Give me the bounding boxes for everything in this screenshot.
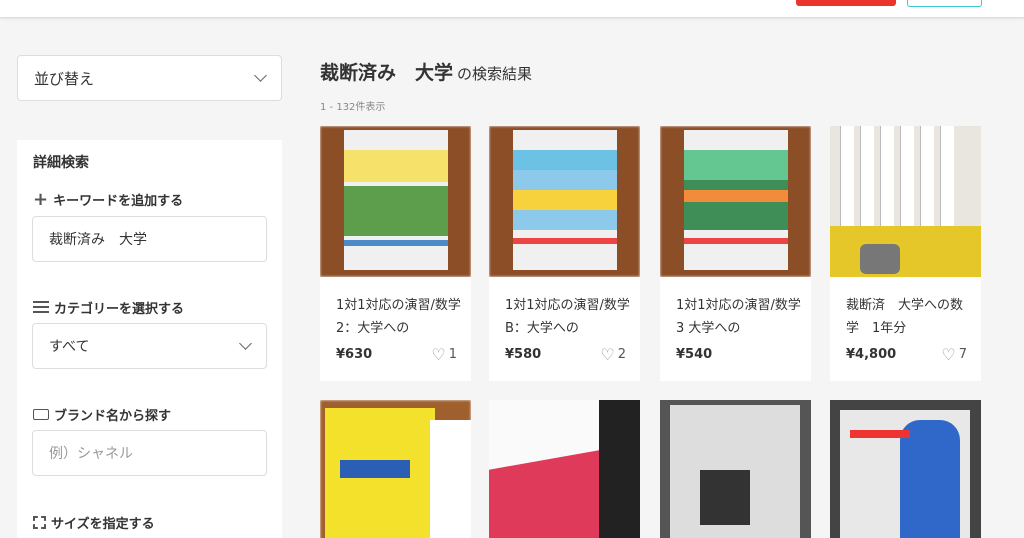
item-name: 裁断済 大学への数学 1年分 [846,298,964,336]
heart-icon: ♡ [941,345,956,364]
results-title: 裁断済み 大学 の検索結果 [320,58,532,85]
results-query: 裁断済み 大学 [320,62,454,84]
category-select[interactable]: すべて [32,323,267,369]
item-card[interactable]: 1対1対応の演習/数学2：大学への ¥630 ♡ 1 [320,126,471,381]
results-count: 1 - 132件表示 [320,102,386,113]
brand-label: ブランド名から探す [54,409,172,424]
plus-icon: + [33,188,49,210]
item-card[interactable]: 裁断済 大学への数学 1年分 ¥4,800 ♡ 7 [830,126,981,381]
keyword-input[interactable]: 裁断済み 大学 [32,216,267,262]
item-price: ¥540 [676,347,713,362]
size-icon [33,516,46,529]
item-card[interactable]: 1対1対応の演習/数学3 大学への ¥540 [660,126,811,381]
like-count: 2 [617,347,626,362]
item-price: ¥4,800 [846,347,897,362]
advanced-search-panel: 詳細検索 + キーワードを追加する 裁断済み 大学 カテゴリーを選択する すべて… [17,140,282,538]
keyword-value: 裁断済み 大学 [49,232,147,248]
top-header [0,0,1024,18]
item-card[interactable]: 1対1対応の演習/数学B：大学への ¥580 ♡ 2 [489,126,640,381]
item-price: ¥630 [336,347,373,362]
brand-placeholder: 例）シャネル [49,446,133,462]
like-button[interactable]: ♡ 2 [600,345,626,364]
like-button[interactable]: ♡ 1 [431,345,457,364]
heart-icon: ♡ [600,345,615,364]
item-name: 1対1対応の演習/数学B：大学への [505,298,630,336]
sort-select[interactable]: 並び替え [17,55,282,101]
size-section-label: サイズを指定する [33,513,155,532]
item-card[interactable] [830,400,981,538]
category-label: カテゴリーを選択する [54,302,185,317]
keyword-label: キーワードを追加する [53,194,184,209]
item-name: 1対1対応の演習/数学3 大学への [676,298,801,336]
category-section-label: カテゴリーを選択する [33,298,184,317]
category-value: すべて [49,339,90,355]
item-thumbnail [320,126,471,277]
item-thumbnail [489,126,640,277]
tag-icon [33,409,49,420]
item-thumbnail [660,126,811,277]
list-icon [33,301,49,314]
item-price: ¥580 [505,347,542,362]
login-button[interactable] [907,0,982,7]
like-button[interactable]: ♡ 7 [941,345,967,364]
chevron-down-icon [239,337,252,350]
sell-button[interactable] [796,0,896,6]
item-thumbnail [830,126,981,277]
like-count: 1 [448,347,457,362]
keyword-section-label: + キーワードを追加する [33,190,183,209]
item-card[interactable] [660,400,811,538]
item-card[interactable] [489,400,640,538]
brand-input[interactable]: 例）シャネル [32,430,267,476]
results-suffix: の検索結果 [457,65,533,83]
item-thumbnail [660,400,811,538]
item-name: 1対1対応の演習/数学2：大学への [336,298,461,336]
item-thumbnail [489,400,640,538]
item-card[interactable] [320,400,471,538]
item-thumbnail [830,400,981,538]
panel-title: 詳細検索 [33,155,89,171]
heart-icon: ♡ [431,345,446,364]
chevron-down-icon [254,69,267,82]
size-label: サイズを指定する [51,517,155,532]
brand-section-label: ブランド名から探す [33,405,171,424]
item-thumbnail [320,400,471,538]
like-count: 7 [958,347,967,362]
sort-label: 並び替え [34,69,95,88]
